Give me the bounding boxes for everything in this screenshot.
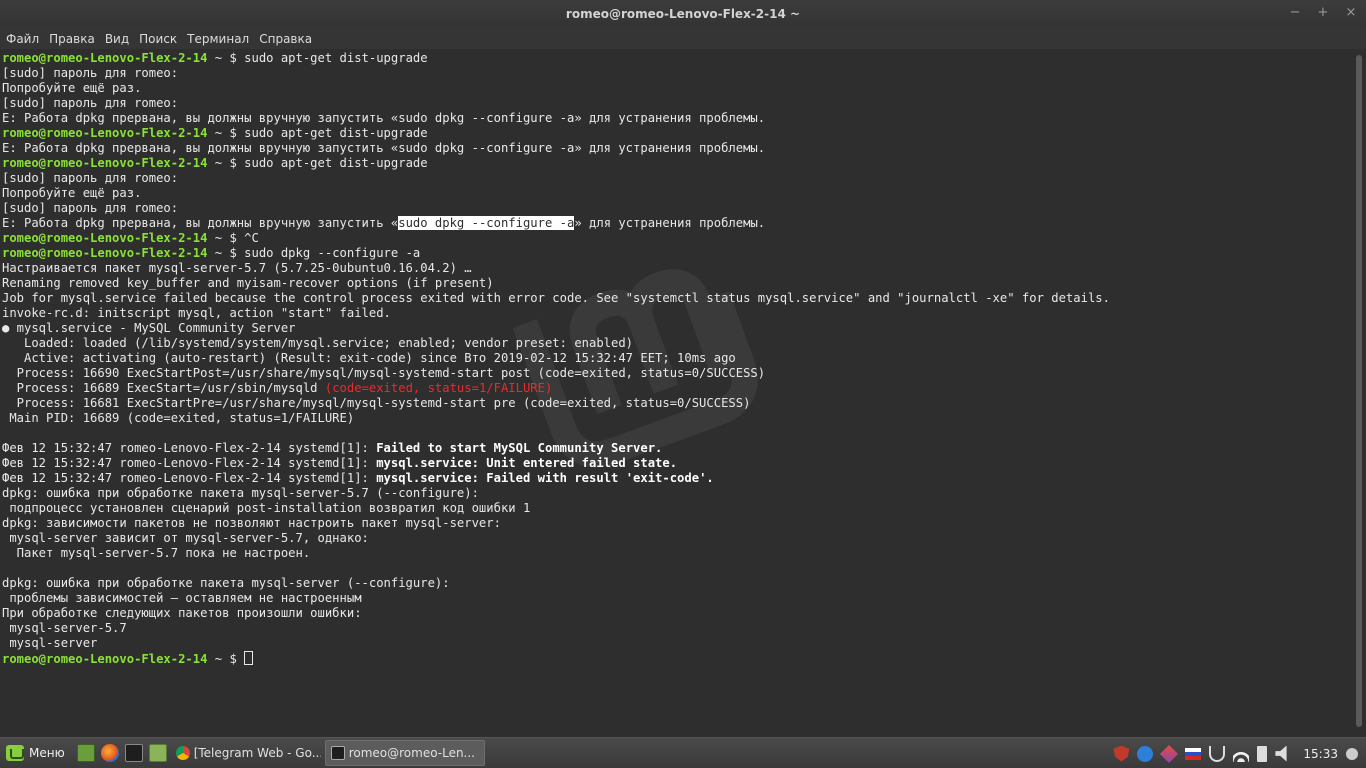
system-tray: 15:33 — [1113, 738, 1358, 768]
window-title: romeo@romeo-Lenovo-Flex-2-14 ~ — [565, 7, 801, 21]
terminal-line: invoke-rc.d: initscript mysql, action "s… — [2, 306, 391, 320]
terminal-line: При обработке следующих пакетов произошл… — [2, 606, 362, 620]
terminal-line: Пакет mysql-server-5.7 пока не настроен. — [2, 546, 311, 560]
menubar: Файл Правка Вид Поиск Терминал Справка — [0, 28, 1366, 49]
terminal-line: [sudo] пароль для romeo: — [2, 96, 179, 110]
show-desktop-icon[interactable] — [76, 744, 95, 762]
terminal-line: Renaming removed key_buffer and myisam-r… — [2, 276, 494, 290]
terminal-task-icon — [330, 746, 345, 760]
window-titlebar[interactable]: romeo@romeo-Lenovo-Flex-2-14 ~ − + × — [0, 0, 1366, 28]
taskbar: Меню [Telegram Web - Go... romeo@romeo-L… — [0, 737, 1366, 768]
menu-search[interactable]: Поиск — [139, 32, 177, 46]
keyboard-layout-flag-icon[interactable] — [1185, 747, 1202, 760]
terminal-line: E: Работа dpkg прервана, вы должны вручн… — [2, 216, 766, 230]
terminal-area[interactable]: romeo@romeo-Lenovo-Flex-2-14 ~ $ sudo ap… — [0, 49, 1352, 737]
terminal-line: проблемы зависимостей — оставляем не нас… — [2, 591, 362, 605]
window-controls: − + × — [1288, 5, 1358, 21]
terminal-line: Process: 16681 ExecStartPre=/usr/share/m… — [2, 396, 751, 410]
text-cursor — [244, 651, 254, 665]
chrome-icon — [175, 746, 190, 760]
task-terminal[interactable]: romeo@romeo-Len... — [324, 740, 485, 766]
app-tray-icon[interactable] — [1160, 744, 1179, 763]
terminal-line: mysql-server зависит от mysql-server-5.7… — [2, 531, 369, 545]
terminal-line: romeo@romeo-Lenovo-Flex-2-14 ~ $ ^C — [2, 231, 259, 245]
task-label: romeo@romeo-Len... — [348, 746, 475, 760]
text-selection[interactable]: sudo dpkg --configure -a — [398, 216, 575, 230]
terminal-line: dpkg: ошибка при обработке пакета mysql-… — [2, 486, 479, 500]
terminal-line: Job for mysql.service failed because the… — [2, 291, 1110, 305]
terminal-line: Попробуйте ещё раз. — [2, 81, 142, 95]
terminal-line: Фев 12 15:32:47 romeo-Lenovo-Flex-2-14 s… — [2, 441, 663, 455]
terminal-line: Попробуйте ещё раз. — [2, 186, 142, 200]
maximize-button[interactable]: + — [1316, 5, 1330, 21]
terminal-line: ● mysql.service - MySQL Community Server — [2, 321, 296, 335]
terminal-line: romeo@romeo-Lenovo-Flex-2-14 ~ $ sudo ap… — [2, 51, 428, 65]
terminal-line: Process: 16689 ExecStart=/usr/sbin/mysql… — [2, 381, 553, 395]
files-icon[interactable] — [148, 744, 167, 762]
volume-icon[interactable] — [1275, 745, 1287, 762]
menu-file[interactable]: Файл — [6, 32, 39, 46]
terminal-line: romeo@romeo-Lenovo-Flex-2-14 ~ $ sudo ap… — [2, 156, 428, 170]
user-icon[interactable] — [1346, 747, 1358, 760]
quick-launch — [76, 744, 167, 762]
terminal-line: romeo@romeo-Lenovo-Flex-2-14 ~ $ sudo dp… — [2, 246, 421, 260]
close-button[interactable]: × — [1344, 5, 1358, 21]
terminal-line: dpkg: ошибка при обработке пакета mysql-… — [2, 576, 450, 590]
menu-view[interactable]: Вид — [105, 32, 129, 46]
mint-logo-icon — [6, 745, 24, 761]
terminal-line: Process: 16690 ExecStartPost=/usr/share/… — [2, 366, 766, 380]
battery-icon[interactable] — [1257, 745, 1268, 762]
terminal-line: Фев 12 15:32:47 romeo-Lenovo-Flex-2-14 s… — [2, 471, 714, 485]
menu-terminal[interactable]: Терминал — [187, 32, 249, 46]
terminal-line: mysql-server-5.7 — [2, 621, 127, 635]
terminal-line: Настраивается пакет mysql-server-5.7 (5.… — [2, 261, 472, 275]
minimize-button[interactable]: − — [1288, 5, 1302, 21]
terminal-line: mysql-server — [2, 636, 98, 650]
terminal-line: romeo@romeo-Lenovo-Flex-2-14 ~ $ — [2, 651, 1110, 666]
start-menu-button[interactable]: Меню — [0, 738, 71, 768]
scrollbar-thumb[interactable] — [1356, 55, 1362, 727]
terminal-line: [sudo] пароль для romeo: — [2, 201, 179, 215]
terminal-output: romeo@romeo-Lenovo-Flex-2-14 ~ $ sudo ap… — [2, 51, 1110, 666]
terminal-line: подпроцесс установлен сценарий post-inst… — [2, 501, 531, 515]
firefox-icon[interactable] — [100, 744, 119, 762]
terminal-line: Main PID: 16689 (code=exited, status=1/F… — [2, 411, 355, 425]
start-menu-label: Меню — [29, 746, 65, 760]
terminal-line: Active: activating (auto-restart) (Resul… — [2, 351, 736, 365]
shield-icon[interactable] — [1113, 745, 1130, 762]
terminal-icon[interactable] — [124, 744, 143, 762]
terminal-line: [sudo] пароль для romeo: — [2, 66, 179, 80]
wifi-icon[interactable] — [1233, 745, 1250, 762]
menu-edit[interactable]: Правка — [49, 32, 95, 46]
terminal-line: Loaded: loaded (/lib/systemd/system/mysq… — [2, 336, 634, 350]
terminal-line: romeo@romeo-Lenovo-Flex-2-14 ~ $ sudo ap… — [2, 126, 428, 140]
terminal-line: [sudo] пароль для romeo: — [2, 171, 179, 185]
task-telegram[interactable]: [Telegram Web - Go... — [171, 740, 321, 766]
terminal-line: E: Работа dpkg прервана, вы должны вручн… — [2, 111, 766, 125]
terminal-line: Фев 12 15:32:47 romeo-Lenovo-Flex-2-14 s… — [2, 456, 678, 470]
terminal-scrollbar[interactable] — [1352, 49, 1366, 737]
clock[interactable]: 15:33 — [1303, 747, 1338, 761]
terminal-line: E: Работа dpkg прервана, вы должны вручн… — [2, 141, 766, 155]
network-icon[interactable] — [1209, 745, 1226, 762]
task-label: [Telegram Web - Go... — [193, 746, 321, 760]
terminal-line: dpkg: зависимости пакетов не позволяют н… — [2, 516, 501, 530]
menu-help[interactable]: Справка — [259, 32, 312, 46]
bluetooth-icon[interactable] — [1137, 745, 1154, 762]
